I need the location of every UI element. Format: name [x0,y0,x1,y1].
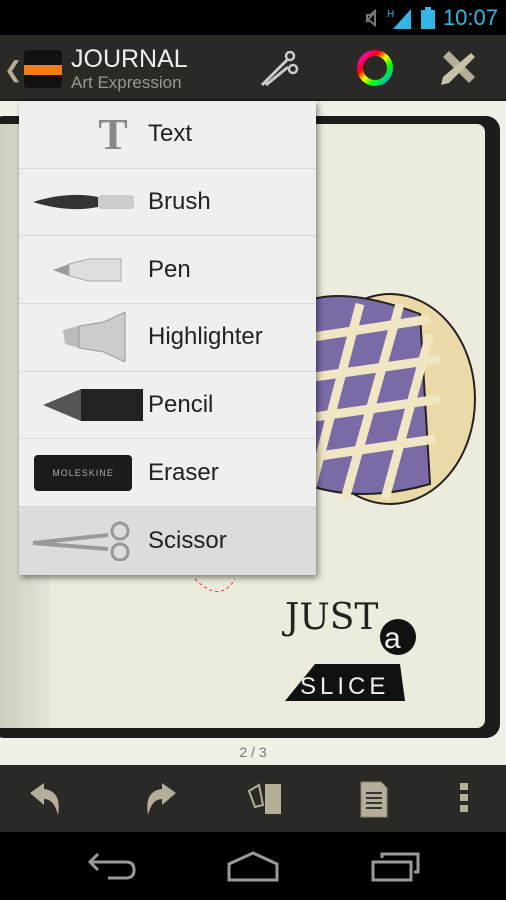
overflow-menu-icon[interactable] [444,779,484,819]
recent-apps-icon[interactable] [370,850,422,884]
undo-icon[interactable] [28,779,68,819]
redo-icon[interactable] [138,779,178,819]
pen-icon [53,258,122,282]
menu-item-eraser[interactable]: MOLESKINE Eraser [19,439,316,508]
network-type: H [387,9,394,20]
brush-icon [33,194,134,210]
scissor-icon[interactable] [258,47,300,89]
page-layout-icon[interactable] [247,779,287,819]
tools-icon[interactable] [437,47,479,89]
navigation-bar [0,832,506,900]
app-title: JOURNAL [71,45,188,73]
menu-item-brush[interactable]: Brush [19,169,316,237]
action-bar: ❮ JOURNAL Art Expression [0,35,506,101]
menu-item-label: Eraser [148,458,219,486]
menu-item-label: Scissor [148,526,227,554]
menu-item-label: Pen [148,255,191,283]
menu-item-label: Text [148,120,193,148]
up-caret-icon[interactable]: ❮ [4,57,22,83]
home-icon[interactable] [226,850,280,884]
battery-icon [420,6,435,29]
text-tool-icon: T [98,109,128,159]
lettering-just: JUST [281,597,378,638]
page-indicator: 2 / 3 [239,744,267,760]
menu-item-scissor[interactable]: Scissor [19,507,316,575]
status-bar: H 10:07 [0,0,506,35]
menu-item-highlighter[interactable]: Highlighter [19,304,316,372]
pencil-icon [43,389,143,422]
clock: 10:07 [442,4,498,30]
highlighter-icon [63,312,126,363]
menu-item-label: Pencil [148,391,214,419]
menu-item-pencil[interactable]: Pencil [19,372,316,440]
signal-icon: H [387,8,411,29]
app-subtitle: Art Expression [71,73,182,92]
menu-item-text[interactable]: T Text [19,101,316,169]
color-wheel-icon[interactable] [354,47,396,89]
mute-icon [365,8,377,27]
lettering-a: a [384,622,401,655]
bottom-toolbar [0,765,506,832]
eraser-icon: MOLESKINE [34,454,132,491]
menu-item-pen[interactable]: Pen [19,236,316,305]
page-list-icon[interactable] [353,779,393,819]
tool-menu: T Text Brush Pen Highlighter Pencil MOLES… [19,101,316,575]
journal-logo-icon[interactable] [24,50,62,88]
menu-item-label: Highlighter [148,323,263,351]
menu-item-label: Brush [148,188,211,216]
back-icon[interactable] [86,850,138,884]
scissor-icon [32,521,130,561]
lettering-slice: SLICE [300,673,389,700]
